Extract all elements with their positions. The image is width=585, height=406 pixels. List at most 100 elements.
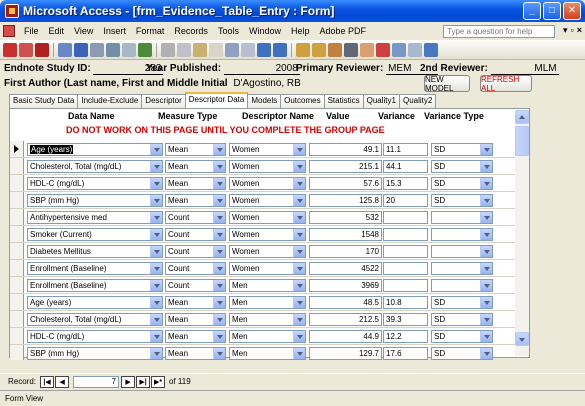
chevron-down-icon[interactable]: [293, 314, 305, 325]
value-field[interactable]: 4522: [309, 262, 382, 275]
search-icon[interactable]: [90, 42, 104, 57]
chevron-down-icon[interactable]: [150, 161, 162, 172]
last-record-icon[interactable]: ▶|: [136, 375, 151, 388]
filter-by-form-icon[interactable]: [312, 42, 326, 57]
variance-type-combo[interactable]: [431, 211, 493, 224]
variance-field[interactable]: 17.6: [383, 347, 428, 360]
delete-record-icon[interactable]: [376, 42, 390, 57]
chevron-down-icon[interactable]: [293, 331, 305, 342]
chevron-down-icon[interactable]: [150, 212, 162, 223]
variance-field[interactable]: 39.3: [383, 313, 428, 326]
chevron-down-icon[interactable]: [213, 178, 225, 189]
descriptor-name-combo[interactable]: Men: [229, 313, 306, 326]
chevron-down-icon[interactable]: [213, 195, 225, 206]
measure-type-combo[interactable]: Mean: [165, 330, 226, 343]
measure-type-combo[interactable]: Mean: [165, 194, 226, 207]
value-field[interactable]: 49.1: [309, 143, 382, 156]
measure-type-combo[interactable]: Count: [165, 262, 226, 275]
value-field[interactable]: 129.7: [309, 347, 382, 360]
chevron-down-icon[interactable]: [213, 212, 225, 223]
chevron-down-icon[interactable]: [293, 144, 305, 155]
chevron-down-icon[interactable]: [150, 348, 162, 359]
value-field[interactable]: 170: [309, 245, 382, 258]
apply-filter-icon[interactable]: [328, 42, 342, 57]
menu-view[interactable]: View: [69, 26, 98, 36]
variance-type-combo[interactable]: SD: [431, 330, 493, 343]
variance-field[interactable]: [383, 228, 428, 241]
chevron-down-icon[interactable]: [293, 229, 305, 240]
chevron-down-icon[interactable]: [213, 246, 225, 257]
variance-type-combo[interactable]: [431, 228, 493, 241]
descriptor-name-combo[interactable]: Women: [229, 177, 306, 190]
chevron-down-icon[interactable]: [150, 297, 162, 308]
record-selector[interactable]: [10, 158, 24, 174]
record-selector[interactable]: [10, 243, 24, 259]
chevron-down-icon[interactable]: [293, 195, 305, 206]
record-selector[interactable]: [10, 260, 24, 276]
record-selector[interactable]: [10, 175, 24, 191]
record-selector[interactable]: [10, 294, 24, 310]
variance-field[interactable]: [383, 245, 428, 258]
print-icon[interactable]: [106, 42, 120, 57]
value-field[interactable]: 3969: [309, 279, 382, 292]
chevron-down-icon[interactable]: [293, 178, 305, 189]
descriptor-name-combo[interactable]: Men: [229, 347, 306, 360]
chevron-down-icon[interactable]: [480, 348, 492, 359]
menu-help[interactable]: Help: [286, 26, 315, 36]
chevron-down-icon[interactable]: [213, 263, 225, 274]
chevron-down-icon[interactable]: [293, 348, 305, 359]
first-record-icon[interactable]: |◀: [40, 375, 55, 388]
form-horizontal-scrollbar[interactable]: [9, 360, 530, 369]
chevron-down-icon[interactable]: [150, 331, 162, 342]
data-name-combo[interactable]: Antihypertensive med: [27, 211, 163, 224]
measure-type-combo[interactable]: Count: [165, 228, 226, 241]
data-name-combo[interactable]: SBP (mm Hg): [27, 194, 163, 207]
descriptor-name-combo[interactable]: Women: [229, 143, 306, 156]
chevron-down-icon[interactable]: [480, 161, 492, 172]
variance-field[interactable]: 12.2: [383, 330, 428, 343]
menu-edit[interactable]: Edit: [44, 26, 70, 36]
value-field[interactable]: 57.6: [309, 177, 382, 190]
subform-vertical-scrollbar[interactable]: [515, 110, 529, 356]
restore-icon[interactable]: ▫: [571, 25, 574, 36]
variance-type-combo[interactable]: SD: [431, 296, 493, 309]
descriptor-name-combo[interactable]: Women: [229, 228, 306, 241]
data-name-combo[interactable]: Cholesterol, Total (mg/dL): [27, 160, 163, 173]
save-icon[interactable]: [74, 42, 88, 57]
descriptor-name-combo[interactable]: Women: [229, 262, 306, 275]
datasheet-view-icon[interactable]: [35, 42, 49, 57]
close-icon[interactable]: ×: [577, 25, 582, 36]
data-name-combo[interactable]: Cholesterol, Total (mg/dL): [27, 313, 163, 326]
chevron-down-icon[interactable]: [480, 263, 492, 274]
measure-type-combo[interactable]: Count: [165, 279, 226, 292]
variance-field[interactable]: 44.1: [383, 160, 428, 173]
variance-field[interactable]: 20: [383, 194, 428, 207]
form-view-icon[interactable]: [19, 42, 33, 57]
value-field[interactable]: 125.8: [309, 194, 382, 207]
find-icon[interactable]: [344, 42, 358, 57]
data-name-combo[interactable]: Age (years): [27, 143, 163, 156]
chevron-down-icon[interactable]: [150, 144, 162, 155]
measure-type-combo[interactable]: Mean: [165, 160, 226, 173]
variance-field[interactable]: [383, 279, 428, 292]
scroll-up-icon[interactable]: [515, 110, 529, 124]
chevron-down-icon[interactable]: [213, 297, 225, 308]
record-selector[interactable]: [10, 328, 24, 344]
help-icon[interactable]: [424, 42, 438, 57]
descriptor-name-combo[interactable]: Women: [229, 194, 306, 207]
undo-icon[interactable]: [225, 42, 239, 57]
value-field[interactable]: 48.5: [309, 296, 382, 309]
minimize-button[interactable]: _: [523, 2, 541, 20]
tab-models[interactable]: Models: [247, 94, 282, 108]
new-record-icon[interactable]: [360, 42, 374, 57]
chevron-down-icon[interactable]: [480, 229, 492, 240]
measure-type-combo[interactable]: Count: [165, 211, 226, 224]
measure-type-combo[interactable]: Mean: [165, 177, 226, 190]
record-selector[interactable]: [10, 192, 24, 208]
chevron-down-icon[interactable]: [480, 178, 492, 189]
tab-include-exclude[interactable]: Include-Exclude: [77, 94, 143, 108]
value-field[interactable]: 44.9: [309, 330, 382, 343]
variance-type-combo[interactable]: SD: [431, 160, 493, 173]
variance-type-combo[interactable]: SD: [431, 194, 493, 207]
chevron-down-icon[interactable]: [293, 297, 305, 308]
